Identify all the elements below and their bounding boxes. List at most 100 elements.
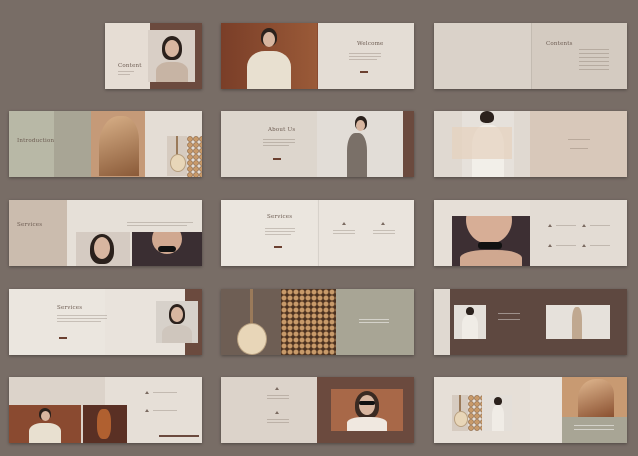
page: { "spreads": { "cover": { "title": "Cont…: [0, 0, 638, 456]
services-c-title: Services: [57, 305, 83, 311]
bottom-b-text-line: [267, 395, 289, 396]
spread-services-b[interactable]: Services: [221, 200, 414, 266]
triangle-icon: [275, 411, 279, 414]
features-page-right: [530, 200, 627, 266]
wood-logs-photo: [187, 136, 202, 177]
guitar-text-line: [359, 322, 389, 323]
services-b-page-right: [317, 200, 414, 266]
services-b-text-line: [265, 231, 295, 232]
about-button[interactable]: [273, 158, 281, 160]
guitar-icon: [452, 395, 468, 431]
spread-contents[interactable]: Contents: [434, 23, 627, 89]
bottom-c-person-photo: [484, 395, 512, 431]
bottom-a-violin-photo: [83, 405, 127, 443]
services-b-button[interactable]: [274, 246, 282, 248]
about-brown-strip: [403, 111, 414, 177]
spread-welcome[interactable]: Welcome: [221, 23, 414, 89]
services-a-portrait-photo: [76, 232, 130, 266]
triangle-icon: [548, 224, 552, 227]
services-c-text-line: [57, 318, 107, 319]
bottom-b-text-line: [267, 398, 289, 399]
brown-photos-margin: [434, 289, 450, 355]
triangle-icon: [582, 244, 586, 247]
brown-photos-text-line: [498, 319, 520, 320]
intro-sage-block: [54, 111, 91, 177]
bottom-c-page-mid: [530, 377, 562, 443]
services-b-col-line: [373, 233, 395, 234]
contents-list-line: [579, 65, 609, 66]
contents-page-left: [434, 23, 531, 89]
welcome-text-line: [349, 56, 381, 57]
quote-overlay-box: [452, 127, 512, 159]
guitar-photo: [221, 289, 281, 355]
bottom-a-text-line: [153, 410, 177, 411]
services-b-text-line: [265, 228, 295, 229]
features-choker-photo: [452, 216, 530, 266]
services-c-page-left: [9, 289, 105, 355]
cover-title: Content: [118, 63, 142, 69]
features-text-line: [590, 225, 610, 226]
spread-bottom-c[interactable]: [434, 377, 627, 443]
spread-bottom-a[interactable]: [9, 377, 202, 443]
cover-subtitle-line: [118, 74, 130, 75]
spread-brown-photos[interactable]: [434, 289, 627, 355]
services-c-text-line: [57, 315, 107, 316]
services-a-page-left: [9, 200, 67, 266]
brown-photos-person-a: [454, 305, 486, 339]
bottom-a-portrait-photo: [9, 405, 81, 443]
spread-cover[interactable]: Content: [105, 23, 202, 89]
spread-introduction[interactable]: Introduction: [9, 111, 202, 177]
wood-logs-photo: [468, 395, 482, 431]
contents-list-line: [579, 69, 609, 70]
spread-about[interactable]: About Us: [221, 111, 414, 177]
spread-features[interactable]: [434, 200, 627, 266]
triangle-icon: [275, 387, 279, 390]
guitar-text-line: [359, 319, 389, 320]
bottom-c-text-line: [574, 429, 614, 430]
cover-page-left: [105, 23, 150, 89]
brown-photos-person-b: [546, 305, 610, 339]
welcome-title: Welcome: [357, 41, 384, 47]
bottom-b-text-line: [267, 422, 289, 423]
spread-guitar[interactable]: [221, 289, 414, 355]
bottom-c-text-line: [574, 425, 614, 426]
about-page-left: [221, 111, 317, 177]
bottom-b-text-line: [267, 419, 289, 420]
bottom-a-footer-bar: [159, 435, 199, 437]
wood-logs-photo: [281, 289, 336, 355]
intro-hair-photo: [91, 111, 145, 177]
spread-bottom-b[interactable]: [221, 377, 414, 443]
contents-list-line: [579, 61, 609, 62]
guitar-icon: [167, 136, 187, 176]
quote-line: [570, 148, 588, 149]
fold-line: [317, 200, 319, 266]
bottom-c-hair-photo: [562, 377, 627, 417]
spread-services-c[interactable]: Services: [9, 289, 202, 355]
services-c-text-line: [57, 321, 101, 322]
welcome-text-line: [349, 59, 377, 60]
welcome-portrait-photo: [221, 23, 317, 89]
welcome-button[interactable]: [360, 71, 368, 73]
spread-services-a[interactable]: Services: [9, 200, 202, 266]
services-a-choker-photo: [132, 232, 202, 266]
about-text-line: [263, 142, 295, 143]
contents-list-line: [579, 53, 609, 54]
features-text-line: [590, 245, 610, 246]
welcome-text-line: [349, 53, 381, 54]
services-b-col-line: [333, 230, 355, 231]
spread-quote[interactable]: [434, 111, 627, 177]
services-b-col-line: [373, 230, 395, 231]
services-a-title: Services: [17, 222, 43, 228]
quote-line: [568, 139, 590, 140]
bottom-b-page-left: [221, 377, 317, 443]
services-c-button[interactable]: [59, 337, 67, 339]
services-c-portrait-photo: [156, 301, 198, 343]
quote-page-right: [530, 111, 627, 177]
triangle-icon: [381, 222, 385, 225]
triangle-icon: [582, 224, 586, 227]
contents-title: Contents: [546, 41, 573, 47]
cover-subtitle-line: [118, 71, 134, 72]
cover-portrait-photo: [148, 30, 195, 82]
bottom-c-page-left: [434, 377, 530, 443]
about-text-line: [263, 145, 289, 146]
